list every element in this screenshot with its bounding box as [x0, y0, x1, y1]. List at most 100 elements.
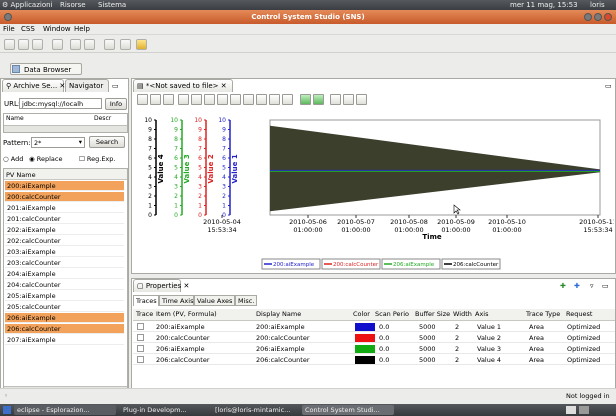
- settings-icon[interactable]: [343, 94, 354, 105]
- pv-row[interactable]: 206:aiExample: [5, 313, 124, 323]
- pv-row[interactable]: 201:aiExample: [5, 203, 124, 213]
- pv-row[interactable]: 202:aiExample: [5, 225, 124, 235]
- minimize-view-icon[interactable]: ▭: [112, 82, 119, 90]
- pv-row[interactable]: 200:calcCounter: [5, 192, 124, 202]
- trace-color-swatch[interactable]: [355, 345, 375, 353]
- trace-visible-checkbox[interactable]: [137, 345, 144, 352]
- pv-row[interactable]: 203:calcCounter: [5, 258, 124, 268]
- tab-properties[interactable]: ▢ Properties ✕: [133, 279, 189, 292]
- forward-icon[interactable]: [84, 39, 95, 50]
- redo-icon[interactable]: [313, 94, 324, 105]
- user-menu[interactable]: loris: [590, 1, 605, 9]
- zoom-in-time-icon[interactable]: [163, 94, 174, 105]
- places-menu[interactable]: Risorse: [60, 1, 86, 9]
- col-buffer-size[interactable]: Buffer Size: [415, 309, 450, 320]
- menu-css[interactable]: CSS: [21, 25, 35, 33]
- system-menu[interactable]: Sistema: [98, 1, 126, 9]
- pv-row[interactable]: 205:aiExample: [5, 291, 124, 301]
- add-icon[interactable]: ✚: [560, 282, 566, 290]
- zoom-out-icon[interactable]: [230, 94, 241, 105]
- zoom-in-icon[interactable]: [217, 94, 228, 105]
- url-combo[interactable]: jdbc:mysql://localh: [19, 98, 102, 109]
- menu-file[interactable]: File: [3, 25, 15, 33]
- add-axis-icon[interactable]: [137, 94, 148, 105]
- trace-visible-checkbox[interactable]: [137, 334, 144, 341]
- menu-window[interactable]: Window: [43, 25, 71, 33]
- print-icon[interactable]: [32, 39, 43, 50]
- pv-row[interactable]: 202:calcCounter: [5, 236, 124, 246]
- perspective-switcher[interactable]: Data Browser: [10, 63, 82, 75]
- trace-color-swatch[interactable]: [355, 323, 375, 331]
- pv-row[interactable]: 201:calcCounter: [5, 214, 124, 224]
- run-icon[interactable]: [52, 39, 63, 50]
- pv-list-header[interactable]: PV Name: [4, 169, 127, 180]
- pv-row[interactable]: 204:aiExample: [5, 269, 124, 279]
- add-option[interactable]: ○ Add: [3, 155, 23, 163]
- archive-list[interactable]: Name Descr: [3, 113, 128, 133]
- tab-navigator[interactable]: Navigator: [65, 79, 109, 92]
- zoom-out-time-icon[interactable]: [178, 94, 189, 105]
- col-display-name[interactable]: Display Name: [256, 309, 301, 320]
- info-button[interactable]: Info: [105, 98, 127, 110]
- col-trace-type[interactable]: Trace Type: [526, 309, 560, 320]
- open-perspective-icon[interactable]: [104, 39, 115, 50]
- maximize-icon[interactable]: [594, 13, 602, 21]
- undo-icon[interactable]: [300, 94, 311, 105]
- col-request[interactable]: Request: [566, 309, 592, 320]
- pin-view-icon[interactable]: ✚: [574, 282, 580, 290]
- clock[interactable]: mer 11 mag, 15:53: [510, 1, 578, 9]
- pv-row[interactable]: 207:aiExample: [5, 335, 124, 345]
- replace-option[interactable]: ◉ Replace: [29, 155, 62, 163]
- col-width[interactable]: Width: [453, 309, 472, 320]
- close-icon[interactable]: [604, 13, 612, 21]
- pointer-icon[interactable]: [282, 94, 293, 105]
- menu-help[interactable]: Help: [74, 25, 90, 33]
- snapshot-icon[interactable]: [330, 94, 341, 105]
- tab-misc[interactable]: Misc.: [235, 295, 257, 306]
- zoom-out-value-icon[interactable]: [204, 94, 215, 105]
- trace-row[interactable]: 206:calcCounter 206:calcCounter 0.0 5000 2 Va…: [133, 355, 615, 365]
- task-terminal[interactable]: [loris@loris-mintamic...: [212, 405, 300, 415]
- time-series-chart[interactable]: 012345678910Value 4012345678910Value 301…: [132, 106, 614, 274]
- pattern-input[interactable]: 2* ▾: [31, 137, 85, 148]
- col-color[interactable]: Color: [353, 309, 370, 320]
- minimize-view-icon[interactable]: ▭: [602, 282, 609, 290]
- regexp-checkbox[interactable]: ☐ Reg.Exp.: [79, 155, 115, 163]
- back-icon[interactable]: [70, 39, 81, 50]
- tab-time-axis[interactable]: Time Axis: [159, 295, 194, 306]
- tab-traces[interactable]: Traces: [133, 295, 159, 306]
- pan-icon[interactable]: [256, 94, 267, 105]
- search-button[interactable]: Search: [89, 136, 125, 148]
- pv-row[interactable]: 206:calcCounter: [5, 324, 124, 334]
- show-desktop-icon[interactable]: [3, 406, 11, 414]
- task-plugin-dev[interactable]: Plug-in Developm...: [120, 405, 208, 415]
- minimize-view-icon[interactable]: ▭: [605, 82, 612, 90]
- tab-editor[interactable]: ▤ *<Not saved to file> ✕: [133, 79, 233, 92]
- archive-list-scrollbar[interactable]: [4, 125, 127, 132]
- tab-value-axes[interactable]: Value Axes: [194, 295, 235, 306]
- save-icon[interactable]: [18, 39, 29, 50]
- trace-color-swatch[interactable]: [355, 356, 375, 364]
- new-icon[interactable]: [4, 39, 15, 50]
- col-trace[interactable]: Trace: [136, 309, 153, 320]
- workspace-1[interactable]: [566, 406, 576, 414]
- workspace-2[interactable]: [579, 406, 589, 414]
- col-item[interactable]: Item (PV, Formula): [156, 309, 217, 320]
- window-menu-icon[interactable]: [4, 13, 12, 21]
- zoom-in-value-icon[interactable]: [191, 94, 202, 105]
- view-menu-icon[interactable]: ▿: [590, 282, 594, 290]
- trace-visible-checkbox[interactable]: [137, 356, 144, 363]
- tab-archive-search[interactable]: ⚲ Archive Se... ✕: [2, 79, 65, 92]
- task-eclipse[interactable]: eclipse - Esplorazion...: [14, 405, 116, 415]
- pin-icon[interactable]: [136, 39, 147, 50]
- apps-menu[interactable]: ⚙ Applicazioni: [2, 1, 53, 9]
- trace-row[interactable]: 200:aiExample 200:aiExample 0.0 5000 2 Value …: [133, 322, 615, 332]
- trace-row[interactable]: 200:calcCounter 200:calcCounter 0.0 5000 2 Va…: [133, 333, 615, 343]
- pv-row[interactable]: 204:calcCounter: [5, 280, 124, 290]
- minimize-icon[interactable]: [584, 13, 592, 21]
- zoom-fit-icon[interactable]: [269, 94, 280, 105]
- pv-row[interactable]: 200:aiExample: [5, 181, 124, 191]
- zoom-box-icon[interactable]: [243, 94, 254, 105]
- col-scan-period[interactable]: Scan Perio: [375, 309, 409, 320]
- stagger-icon[interactable]: [150, 94, 161, 105]
